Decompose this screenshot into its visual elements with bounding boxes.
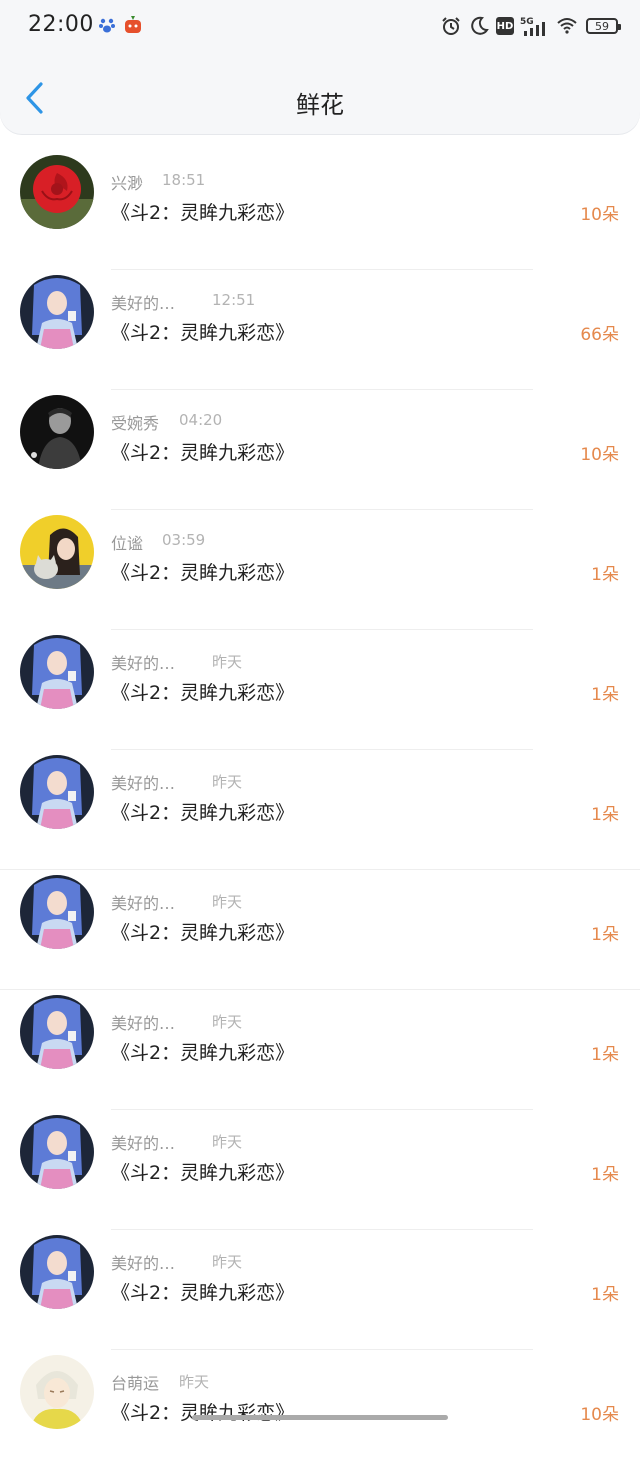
book-title: 《斗2：灵眸九彩恋》	[111, 562, 295, 584]
status-right-icons: HD 5G 59	[440, 14, 621, 38]
list-item[interactable]: 台萌运 昨天 《斗2：灵眸九彩恋》 10朵	[0, 1350, 640, 1470]
sender-name: 美好的…	[111, 1134, 176, 1153]
sender-name: 美好的…	[111, 1254, 176, 1273]
timestamp: 昨天	[212, 1013, 243, 1031]
list-item[interactable]: 美好的… 昨天 《斗2：灵眸九彩恋》 1朵	[0, 990, 640, 1110]
flower-count: 10朵	[580, 445, 619, 465]
flower-count: 1朵	[591, 925, 619, 945]
avatar[interactable]	[20, 635, 94, 709]
home-indicator[interactable]	[192, 1415, 448, 1420]
paw-app-icon	[99, 18, 115, 33]
timestamp: 昨天	[212, 1133, 243, 1151]
svg-text:5G: 5G	[520, 17, 534, 27]
list-item[interactable]: 美好的… 12:51 《斗2：灵眸九彩恋》 66朵	[0, 270, 640, 390]
book-title: 《斗2：灵眸九彩恋》	[111, 442, 295, 464]
flower-count: 1朵	[591, 685, 619, 705]
avatar[interactable]	[20, 515, 94, 589]
avatar[interactable]	[20, 875, 94, 949]
sender-name: 美好的…	[111, 774, 176, 793]
flower-count: 10朵	[580, 1405, 619, 1425]
list-item[interactable]: 兴渺 18:51 《斗2：灵眸九彩恋》 10朵	[0, 150, 640, 270]
timestamp: 昨天	[212, 1253, 243, 1271]
sender-name: 位谧	[111, 534, 144, 553]
flower-list: 兴渺 18:51 《斗2：灵眸九彩恋》 10朵 美好的… 12:51 《斗2：灵…	[0, 150, 640, 1470]
list-item[interactable]: 美好的… 昨天 《斗2：灵眸九彩恋》 1朵	[0, 870, 640, 990]
book-title: 《斗2：灵眸九彩恋》	[111, 1042, 295, 1064]
wifi-icon	[557, 18, 577, 34]
flower-count: 1朵	[591, 805, 619, 825]
avatar[interactable]	[20, 1235, 94, 1309]
avatar[interactable]	[20, 275, 94, 349]
sender-name: 兴渺	[111, 174, 144, 193]
book-title: 《斗2：灵眸九彩恋》	[111, 1282, 295, 1304]
avatar[interactable]	[20, 755, 94, 829]
timestamp: 12:51	[212, 291, 256, 309]
hd-icon: HD	[496, 17, 514, 35]
timestamp: 昨天	[212, 773, 243, 791]
sender-name: 美好的…	[111, 1014, 176, 1033]
book-title: 《斗2：灵眸九彩恋》	[111, 922, 295, 944]
signal-icon: 5G	[520, 17, 545, 36]
avatar[interactable]	[20, 1115, 94, 1189]
status-bar: 22:00 HD 5G 59	[0, 0, 640, 52]
list-item[interactable]: 美好的… 昨天 《斗2：灵眸九彩恋》 1朵	[0, 1110, 640, 1230]
list-item[interactable]: 受婉秀 04:20 《斗2：灵眸九彩恋》 10朵	[0, 390, 640, 510]
list-item[interactable]: 位谧 03:59 《斗2：灵眸九彩恋》 1朵	[0, 510, 640, 630]
book-title: 《斗2：灵眸九彩恋》	[111, 1162, 295, 1184]
timestamp: 04:20	[179, 411, 223, 429]
list-item[interactable]: 美好的… 昨天 《斗2：灵眸九彩恋》 1朵	[0, 1230, 640, 1350]
tomato-app-icon	[125, 16, 141, 33]
book-title: 《斗2：灵眸九彩恋》	[111, 802, 295, 824]
flower-count: 66朵	[580, 325, 619, 345]
timestamp: 昨天	[212, 893, 243, 911]
avatar[interactable]	[20, 1355, 94, 1429]
timestamp: 昨天	[179, 1373, 210, 1391]
flower-count: 1朵	[591, 1165, 619, 1185]
timestamp: 18:51	[162, 171, 206, 189]
battery-icon: 59	[586, 18, 621, 34]
sender-name: 台萌运	[111, 1374, 160, 1393]
book-title: 《斗2：灵眸九彩恋》	[111, 1402, 295, 1424]
sender-name: 受婉秀	[111, 414, 160, 433]
flower-count: 1朵	[591, 1045, 619, 1065]
flower-count: 10朵	[580, 205, 619, 225]
alarm-icon	[442, 17, 460, 35]
sender-name: 美好的…	[111, 294, 176, 313]
sender-name: 美好的…	[111, 654, 176, 673]
avatar[interactable]	[20, 395, 94, 469]
list-item[interactable]: 美好的… 昨天 《斗2：灵眸九彩恋》 1朵	[0, 750, 640, 870]
list-item[interactable]: 美好的… 昨天 《斗2：灵眸九彩恋》 1朵	[0, 630, 640, 750]
moon-icon	[471, 16, 489, 35]
timestamp: 03:59	[162, 531, 206, 549]
book-title: 《斗2：灵眸九彩恋》	[111, 682, 295, 704]
flower-count: 1朵	[591, 565, 619, 585]
header: 鲜花	[0, 52, 640, 134]
book-title: 《斗2：灵眸九彩恋》	[111, 322, 295, 344]
sender-name: 美好的…	[111, 894, 176, 913]
avatar[interactable]	[20, 155, 94, 229]
avatar[interactable]	[20, 995, 94, 1069]
book-title: 《斗2：灵眸九彩恋》	[111, 202, 295, 224]
page-title: 鲜花	[296, 91, 344, 119]
status-time: 22:00	[28, 12, 94, 37]
flower-count: 1朵	[591, 1285, 619, 1305]
timestamp: 昨天	[212, 653, 243, 671]
